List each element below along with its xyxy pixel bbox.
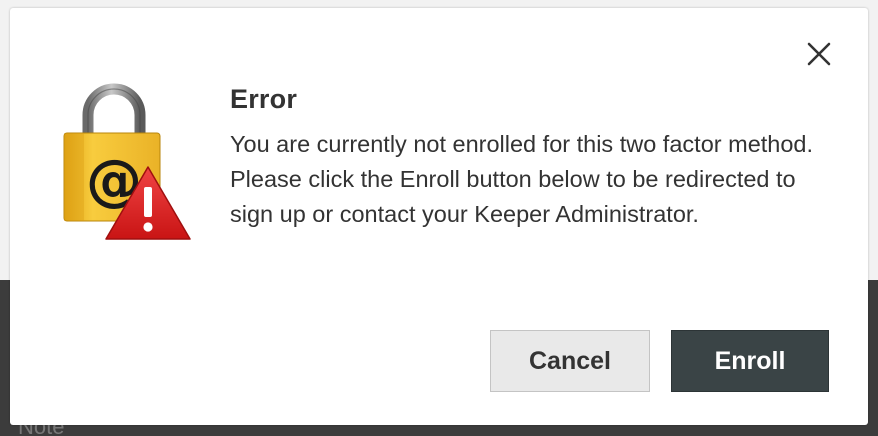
enroll-button[interactable]: Enroll	[671, 330, 829, 392]
cancel-button[interactable]: Cancel	[490, 330, 650, 392]
dialog-title: Error	[230, 84, 298, 114]
lock-warning-icon: @	[62, 83, 194, 243]
dialog-message: You are currently not enrolled for this …	[230, 131, 814, 227]
error-dialog: @ Error You are currently not enrolled f…	[10, 8, 868, 425]
close-button[interactable]	[803, 38, 835, 70]
close-icon	[807, 42, 831, 66]
